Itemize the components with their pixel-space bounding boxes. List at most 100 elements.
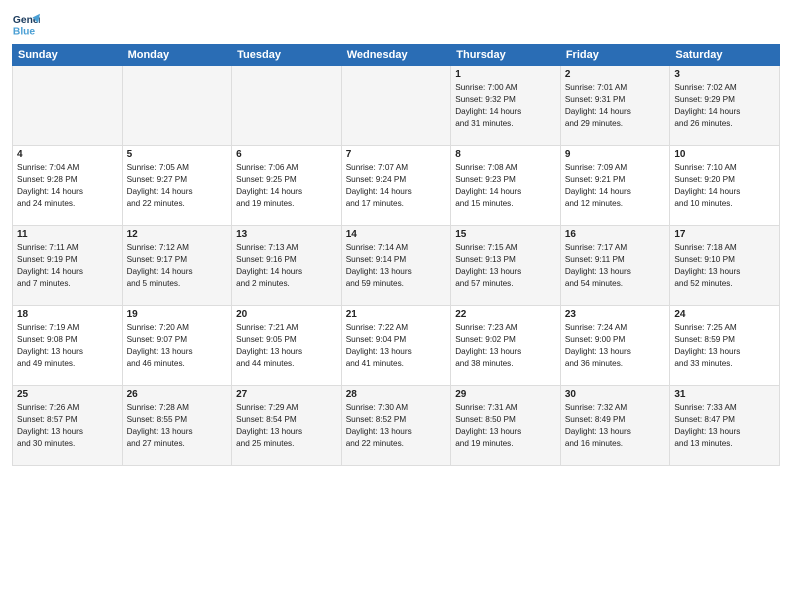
calendar-day-19: 19Sunrise: 7:20 AMSunset: 9:07 PMDayligh… xyxy=(122,306,232,386)
calendar-day-9: 9Sunrise: 7:09 AMSunset: 9:21 PMDaylight… xyxy=(560,146,670,226)
day-info: Sunrise: 7:12 AMSunset: 9:17 PMDaylight:… xyxy=(127,242,228,290)
calendar-day-6: 6 Sunrise: 7:06 AMSunset: 9:25 PMDaylight… xyxy=(232,146,342,226)
calendar-day-2: 2Sunrise: 7:01 AMSunset: 9:31 PMDaylight… xyxy=(560,66,670,146)
day-info: Sunrise: 7:18 AMSunset: 9:10 PMDaylight:… xyxy=(674,242,775,290)
day-number: 10 xyxy=(674,149,775,160)
calendar-day-12: 12 Sunrise: 7:12 AMSunset: 9:17 PMDayligh… xyxy=(122,226,232,306)
weekday-header-thursday: Thursday xyxy=(451,45,561,66)
calendar-day-7: 7 Sunrise: 7:07 AMSunset: 9:24 PMDaylight… xyxy=(341,146,451,226)
calendar-day-25: 25Sunrise: 7:26 AMSunset: 8:57 PMDayligh… xyxy=(13,386,123,466)
day-number: 1 xyxy=(455,69,556,80)
day-info: Sunrise: 7:05 AMSunset: 9:27 PMDaylight:… xyxy=(127,162,228,210)
calendar-table: SundayMondayTuesdayWednesdayThursdayFrid… xyxy=(12,44,780,466)
day-info: Sunrise: 7:29 AMSunset: 8:54 PMDaylight:… xyxy=(236,402,337,450)
day-number: 26 xyxy=(127,389,228,400)
day-info: Sunrise: 7:04 AMSunset: 9:28 PMDaylight:… xyxy=(17,162,118,210)
calendar-day-26: 26Sunrise: 7:28 AMSunset: 8:55 PMDayligh… xyxy=(122,386,232,466)
calendar-day-3: 3Sunrise: 7:02 AMSunset: 9:29 PMDaylight… xyxy=(670,66,780,146)
day-number: 16 xyxy=(565,229,666,240)
calendar-day-20: 20 Sunrise: 7:21 AMSunset: 9:05 PMDayligh… xyxy=(232,306,342,386)
header: General Blue xyxy=(12,10,780,38)
calendar-day-11: 11 Sunrise: 7:11 AMSunset: 9:19 PMDayligh… xyxy=(13,226,123,306)
day-info: Sunrise: 7:02 AMSunset: 9:29 PMDaylight:… xyxy=(674,82,775,130)
calendar-day-empty xyxy=(232,66,342,146)
day-info: Sunrise: 7:31 AMSunset: 8:50 PMDaylight:… xyxy=(455,402,556,450)
day-info: Sunrise: 7:06 AMSunset: 9:25 PMDaylight:… xyxy=(236,162,337,210)
weekday-header-tuesday: Tuesday xyxy=(232,45,342,66)
weekday-header-monday: Monday xyxy=(122,45,232,66)
day-number: 24 xyxy=(674,309,775,320)
day-info: Sunrise: 7:23 AMSunset: 9:02 PMDaylight:… xyxy=(455,322,556,370)
weekday-header-sunday: Sunday xyxy=(13,45,123,66)
day-number: 20 xyxy=(236,309,337,320)
day-number: 12 xyxy=(127,229,228,240)
day-number: 17 xyxy=(674,229,775,240)
day-number: 21 xyxy=(346,309,447,320)
day-info: Sunrise: 7:17 AMSunset: 9:11 PMDaylight:… xyxy=(565,242,666,290)
weekday-header-wednesday: Wednesday xyxy=(341,45,451,66)
calendar-day-23: 23 Sunrise: 7:24 AMSunset: 9:00 PMDayligh… xyxy=(560,306,670,386)
logo-icon: General Blue xyxy=(12,10,40,38)
calendar-day-1: 1 Sunrise: 7:00 AMSunset: 9:32 PMDaylight… xyxy=(451,66,561,146)
calendar-week-row: 1 Sunrise: 7:00 AMSunset: 9:32 PMDaylight… xyxy=(13,66,780,146)
calendar-day-16: 16 Sunrise: 7:17 AMSunset: 9:11 PMDayligh… xyxy=(560,226,670,306)
day-number: 7 xyxy=(346,149,447,160)
day-number: 22 xyxy=(455,309,556,320)
calendar-day-empty xyxy=(341,66,451,146)
day-info: Sunrise: 7:33 AMSunset: 8:47 PMDaylight:… xyxy=(674,402,775,450)
day-number: 13 xyxy=(236,229,337,240)
day-info: Sunrise: 7:19 AMSunset: 9:08 PMDaylight:… xyxy=(17,322,118,370)
day-number: 29 xyxy=(455,389,556,400)
calendar-day-30: 30 Sunrise: 7:32 AMSunset: 8:49 PMDayligh… xyxy=(560,386,670,466)
calendar-day-10: 10Sunrise: 7:10 AMSunset: 9:20 PMDayligh… xyxy=(670,146,780,226)
svg-text:Blue: Blue xyxy=(13,26,36,37)
day-number: 11 xyxy=(17,229,118,240)
weekday-header-saturday: Saturday xyxy=(670,45,780,66)
calendar-day-31: 31Sunrise: 7:33 AMSunset: 8:47 PMDayligh… xyxy=(670,386,780,466)
day-number: 30 xyxy=(565,389,666,400)
day-info: Sunrise: 7:09 AMSunset: 9:21 PMDaylight:… xyxy=(565,162,666,210)
day-info: Sunrise: 7:21 AMSunset: 9:05 PMDaylight:… xyxy=(236,322,337,370)
calendar-day-29: 29 Sunrise: 7:31 AMSunset: 8:50 PMDayligh… xyxy=(451,386,561,466)
calendar-day-21: 21 Sunrise: 7:22 AMSunset: 9:04 PMDayligh… xyxy=(341,306,451,386)
calendar-day-5: 5 Sunrise: 7:05 AMSunset: 9:27 PMDaylight… xyxy=(122,146,232,226)
day-number: 8 xyxy=(455,149,556,160)
day-number: 6 xyxy=(236,149,337,160)
day-info: Sunrise: 7:11 AMSunset: 9:19 PMDaylight:… xyxy=(17,242,118,290)
day-number: 28 xyxy=(346,389,447,400)
calendar-day-28: 28Sunrise: 7:30 AMSunset: 8:52 PMDayligh… xyxy=(341,386,451,466)
calendar-day-8: 8 Sunrise: 7:08 AMSunset: 9:23 PMDaylight… xyxy=(451,146,561,226)
day-info: Sunrise: 7:22 AMSunset: 9:04 PMDaylight:… xyxy=(346,322,447,370)
day-number: 5 xyxy=(127,149,228,160)
day-number: 4 xyxy=(17,149,118,160)
day-info: Sunrise: 7:00 AMSunset: 9:32 PMDaylight:… xyxy=(455,82,556,130)
calendar-day-17: 17 Sunrise: 7:18 AMSunset: 9:10 PMDayligh… xyxy=(670,226,780,306)
day-info: Sunrise: 7:25 AMSunset: 8:59 PMDaylight:… xyxy=(674,322,775,370)
calendar-week-row: 25Sunrise: 7:26 AMSunset: 8:57 PMDayligh… xyxy=(13,386,780,466)
day-number: 2 xyxy=(565,69,666,80)
calendar-day-18: 18 Sunrise: 7:19 AMSunset: 9:08 PMDayligh… xyxy=(13,306,123,386)
calendar-day-4: 4 Sunrise: 7:04 AMSunset: 9:28 PMDaylight… xyxy=(13,146,123,226)
calendar-day-15: 15 Sunrise: 7:15 AMSunset: 9:13 PMDayligh… xyxy=(451,226,561,306)
calendar-week-row: 11 Sunrise: 7:11 AMSunset: 9:19 PMDayligh… xyxy=(13,226,780,306)
calendar-week-row: 4 Sunrise: 7:04 AMSunset: 9:28 PMDaylight… xyxy=(13,146,780,226)
day-info: Sunrise: 7:26 AMSunset: 8:57 PMDaylight:… xyxy=(17,402,118,450)
calendar-day-empty xyxy=(122,66,232,146)
calendar-day-14: 14 Sunrise: 7:14 AMSunset: 9:14 PMDayligh… xyxy=(341,226,451,306)
day-info: Sunrise: 7:14 AMSunset: 9:14 PMDaylight:… xyxy=(346,242,447,290)
day-number: 15 xyxy=(455,229,556,240)
day-info: Sunrise: 7:15 AMSunset: 9:13 PMDaylight:… xyxy=(455,242,556,290)
weekday-header-friday: Friday xyxy=(560,45,670,66)
day-info: Sunrise: 7:13 AMSunset: 9:16 PMDaylight:… xyxy=(236,242,337,290)
day-info: Sunrise: 7:07 AMSunset: 9:24 PMDaylight:… xyxy=(346,162,447,210)
day-info: Sunrise: 7:32 AMSunset: 8:49 PMDaylight:… xyxy=(565,402,666,450)
calendar-day-27: 27Sunrise: 7:29 AMSunset: 8:54 PMDayligh… xyxy=(232,386,342,466)
logo: General Blue xyxy=(12,10,44,38)
calendar-day-13: 13 Sunrise: 7:13 AMSunset: 9:16 PMDayligh… xyxy=(232,226,342,306)
day-number: 18 xyxy=(17,309,118,320)
day-info: Sunrise: 7:08 AMSunset: 9:23 PMDaylight:… xyxy=(455,162,556,210)
day-info: Sunrise: 7:24 AMSunset: 9:00 PMDaylight:… xyxy=(565,322,666,370)
calendar-day-24: 24 Sunrise: 7:25 AMSunset: 8:59 PMDayligh… xyxy=(670,306,780,386)
day-number: 23 xyxy=(565,309,666,320)
day-number: 14 xyxy=(346,229,447,240)
